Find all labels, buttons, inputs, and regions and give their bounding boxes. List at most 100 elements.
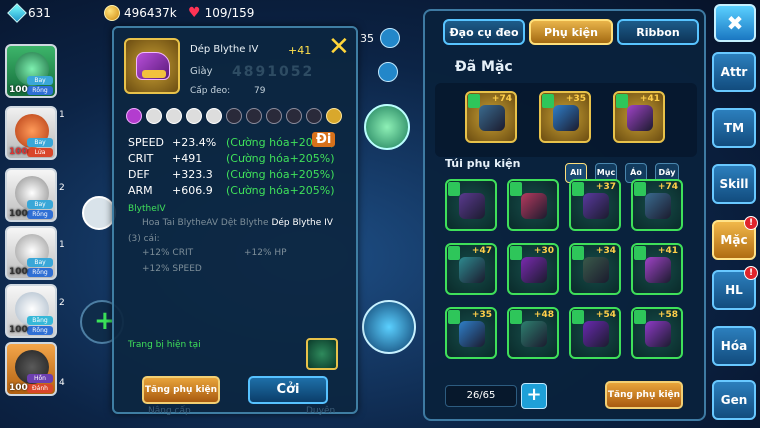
stat-row: ARM +606.9 (Cường hóa+205%) <box>128 184 335 197</box>
potion-icon: ♥ <box>188 5 201 21</box>
bag-item-slot[interactable]: +74 <box>631 179 683 231</box>
bag-item-slot[interactable]: +30 <box>507 243 559 295</box>
gem-cluster-icon <box>553 105 579 131</box>
accessory-icon <box>583 257 609 283</box>
side-menu-gen[interactable]: Gen <box>712 380 756 420</box>
equipped-slot[interactable]: +35 <box>539 91 591 143</box>
set-count: (3) cái: <box>128 234 160 244</box>
unequip-button[interactable]: Cởi <box>248 376 328 404</box>
gem-counter: 631 <box>7 3 51 23</box>
equipped-slot[interactable]: +74 <box>465 91 517 143</box>
disc-s-icon[interactable] <box>364 104 410 150</box>
pet-slot[interactable]: Hồn Đánh 100 <box>5 342 57 396</box>
stat-row: DEF +323.3 (Cường hóa+205%) <box>128 168 335 181</box>
tab-equipment[interactable]: Đạo cụ đeo <box>443 19 525 45</box>
refresh-icon[interactable] <box>378 62 398 82</box>
bag-item-slot[interactable] <box>507 179 559 231</box>
bag-item-slot[interactable]: +47 <box>445 243 497 295</box>
bag-item-slot[interactable]: +41 <box>631 243 683 295</box>
pet-badge: 4 <box>59 378 65 388</box>
bag-item-slot[interactable]: +54 <box>569 307 621 359</box>
item-plus: +41 <box>288 44 312 57</box>
item-icon <box>124 38 180 94</box>
equipped-slot[interactable]: +41 <box>613 91 665 143</box>
ghost-label: Nâng cấp <box>148 406 191 416</box>
pet-badge: 1 <box>59 110 65 120</box>
pet-badge: 2 <box>59 298 65 308</box>
accessory-icon <box>583 321 609 347</box>
bag-item-slot[interactable]: +35 <box>445 307 497 359</box>
pet-slot[interactable]: Bay Rồng 100 <box>5 168 57 222</box>
item-code: 4891052 <box>232 64 315 80</box>
bag-count: 26/65 <box>445 385 517 407</box>
socket-icon <box>146 108 162 124</box>
bag-item-slot[interactable]: +37 <box>569 179 621 231</box>
socket-icon <box>166 108 182 124</box>
side-menu-hóa[interactable]: Hóa <box>712 326 756 366</box>
go-button[interactable]: Đi <box>312 132 336 147</box>
current-item-icon <box>306 338 338 370</box>
mask-icon <box>479 105 505 131</box>
upgrade-accessory-button[interactable]: Tăng phụ kiện <box>142 376 220 404</box>
accessory-icon <box>645 257 671 283</box>
side-menu-mặc[interactable]: Mặc! <box>712 216 758 260</box>
tab-accessory[interactable]: Phụ kiện <box>529 19 613 45</box>
counter-35: 35 <box>360 32 374 45</box>
side-menu-hl[interactable]: HL! <box>712 266 758 310</box>
item-name: Dép Blythe IV <box>190 44 259 55</box>
stat-row: CRIT +491 (Cường hóa+205%) <box>128 152 335 165</box>
req-level-value: 79 <box>254 86 266 96</box>
accessory-icon <box>583 193 609 219</box>
socket-icon <box>206 108 222 124</box>
accessory-icon <box>645 321 671 347</box>
target-button-icon[interactable] <box>362 300 416 354</box>
gold-coin-icon <box>104 5 120 21</box>
accessory-icon <box>645 193 671 219</box>
pet-badge: 1 <box>59 240 65 250</box>
item-tooltip: Dép Blythe IV +41 Giày 4891052 Cấp đeo: … <box>112 26 358 416</box>
req-level-label: Cấp đeo: <box>190 86 231 96</box>
socket-icon <box>306 108 322 124</box>
accessory-icon <box>459 257 485 283</box>
bag-item-slot[interactable]: +34 <box>569 243 621 295</box>
upgrade-accessory-button-2[interactable]: Tăng phụ kiện <box>605 381 683 409</box>
pet-slot[interactable]: Bay Rồng 100 <box>5 226 57 280</box>
currency-bar: 631 496437k ♥ 109/159 <box>0 0 420 26</box>
pet-slot[interactable]: Bay Lửa 100 <box>5 106 57 160</box>
set-bonus: +12% CRIT <box>142 248 194 258</box>
side-menu-attr[interactable]: Attr <box>712 52 756 92</box>
accessory-icon <box>459 193 485 219</box>
bag-item-slot[interactable]: +58 <box>631 307 683 359</box>
close-panel-icon[interactable]: ✖ <box>714 4 756 42</box>
close-tooltip-icon[interactable]: ✕ <box>328 34 350 60</box>
set-items: Hoa Tai BlytheAV Dệt Blythe Dép Blythe I… <box>142 218 333 228</box>
lock-icon <box>82 196 116 230</box>
tab-ribbon[interactable]: Ribbon <box>617 19 699 45</box>
pet-slot[interactable]: Bay Rồng 100 <box>5 44 57 98</box>
stat-row: SPEED +23.4% (Cường hóa+205%) <box>128 136 335 149</box>
socket-icon <box>226 108 242 124</box>
boot-icon <box>627 105 653 131</box>
expand-bag-button[interactable]: + <box>521 383 547 409</box>
alert-badge-icon: ! <box>744 266 758 280</box>
gem-socket-row <box>126 108 342 124</box>
set-bonus: +12% SPEED <box>142 264 202 274</box>
accessory-icon <box>521 321 547 347</box>
accessory-icon <box>521 257 547 283</box>
bag-item-slot[interactable]: +48 <box>507 307 559 359</box>
accessory-panel: Đạo cụ đeo Phụ kiện Ribbon Đã Mặc +74 +3… <box>423 9 706 421</box>
gem-icon <box>7 3 27 23</box>
socket-icon <box>286 108 302 124</box>
item-slot-type: Giày <box>190 66 213 77</box>
pencil-icon[interactable] <box>380 28 400 48</box>
equipped-area: +74 +35 +41 <box>435 83 697 157</box>
set-name: BlytheIV <box>128 204 166 214</box>
equipped-title: Đã Mặc <box>455 59 513 75</box>
socket-icon <box>246 108 262 124</box>
alert-badge-icon: ! <box>744 216 758 230</box>
side-menu-tm[interactable]: TM <box>712 108 756 148</box>
settings-cog-icon[interactable] <box>326 108 342 124</box>
side-menu-skill[interactable]: Skill <box>712 164 756 204</box>
bag-item-slot[interactable] <box>445 179 497 231</box>
pet-slot[interactable]: Băng Rồng 100 <box>5 284 57 338</box>
